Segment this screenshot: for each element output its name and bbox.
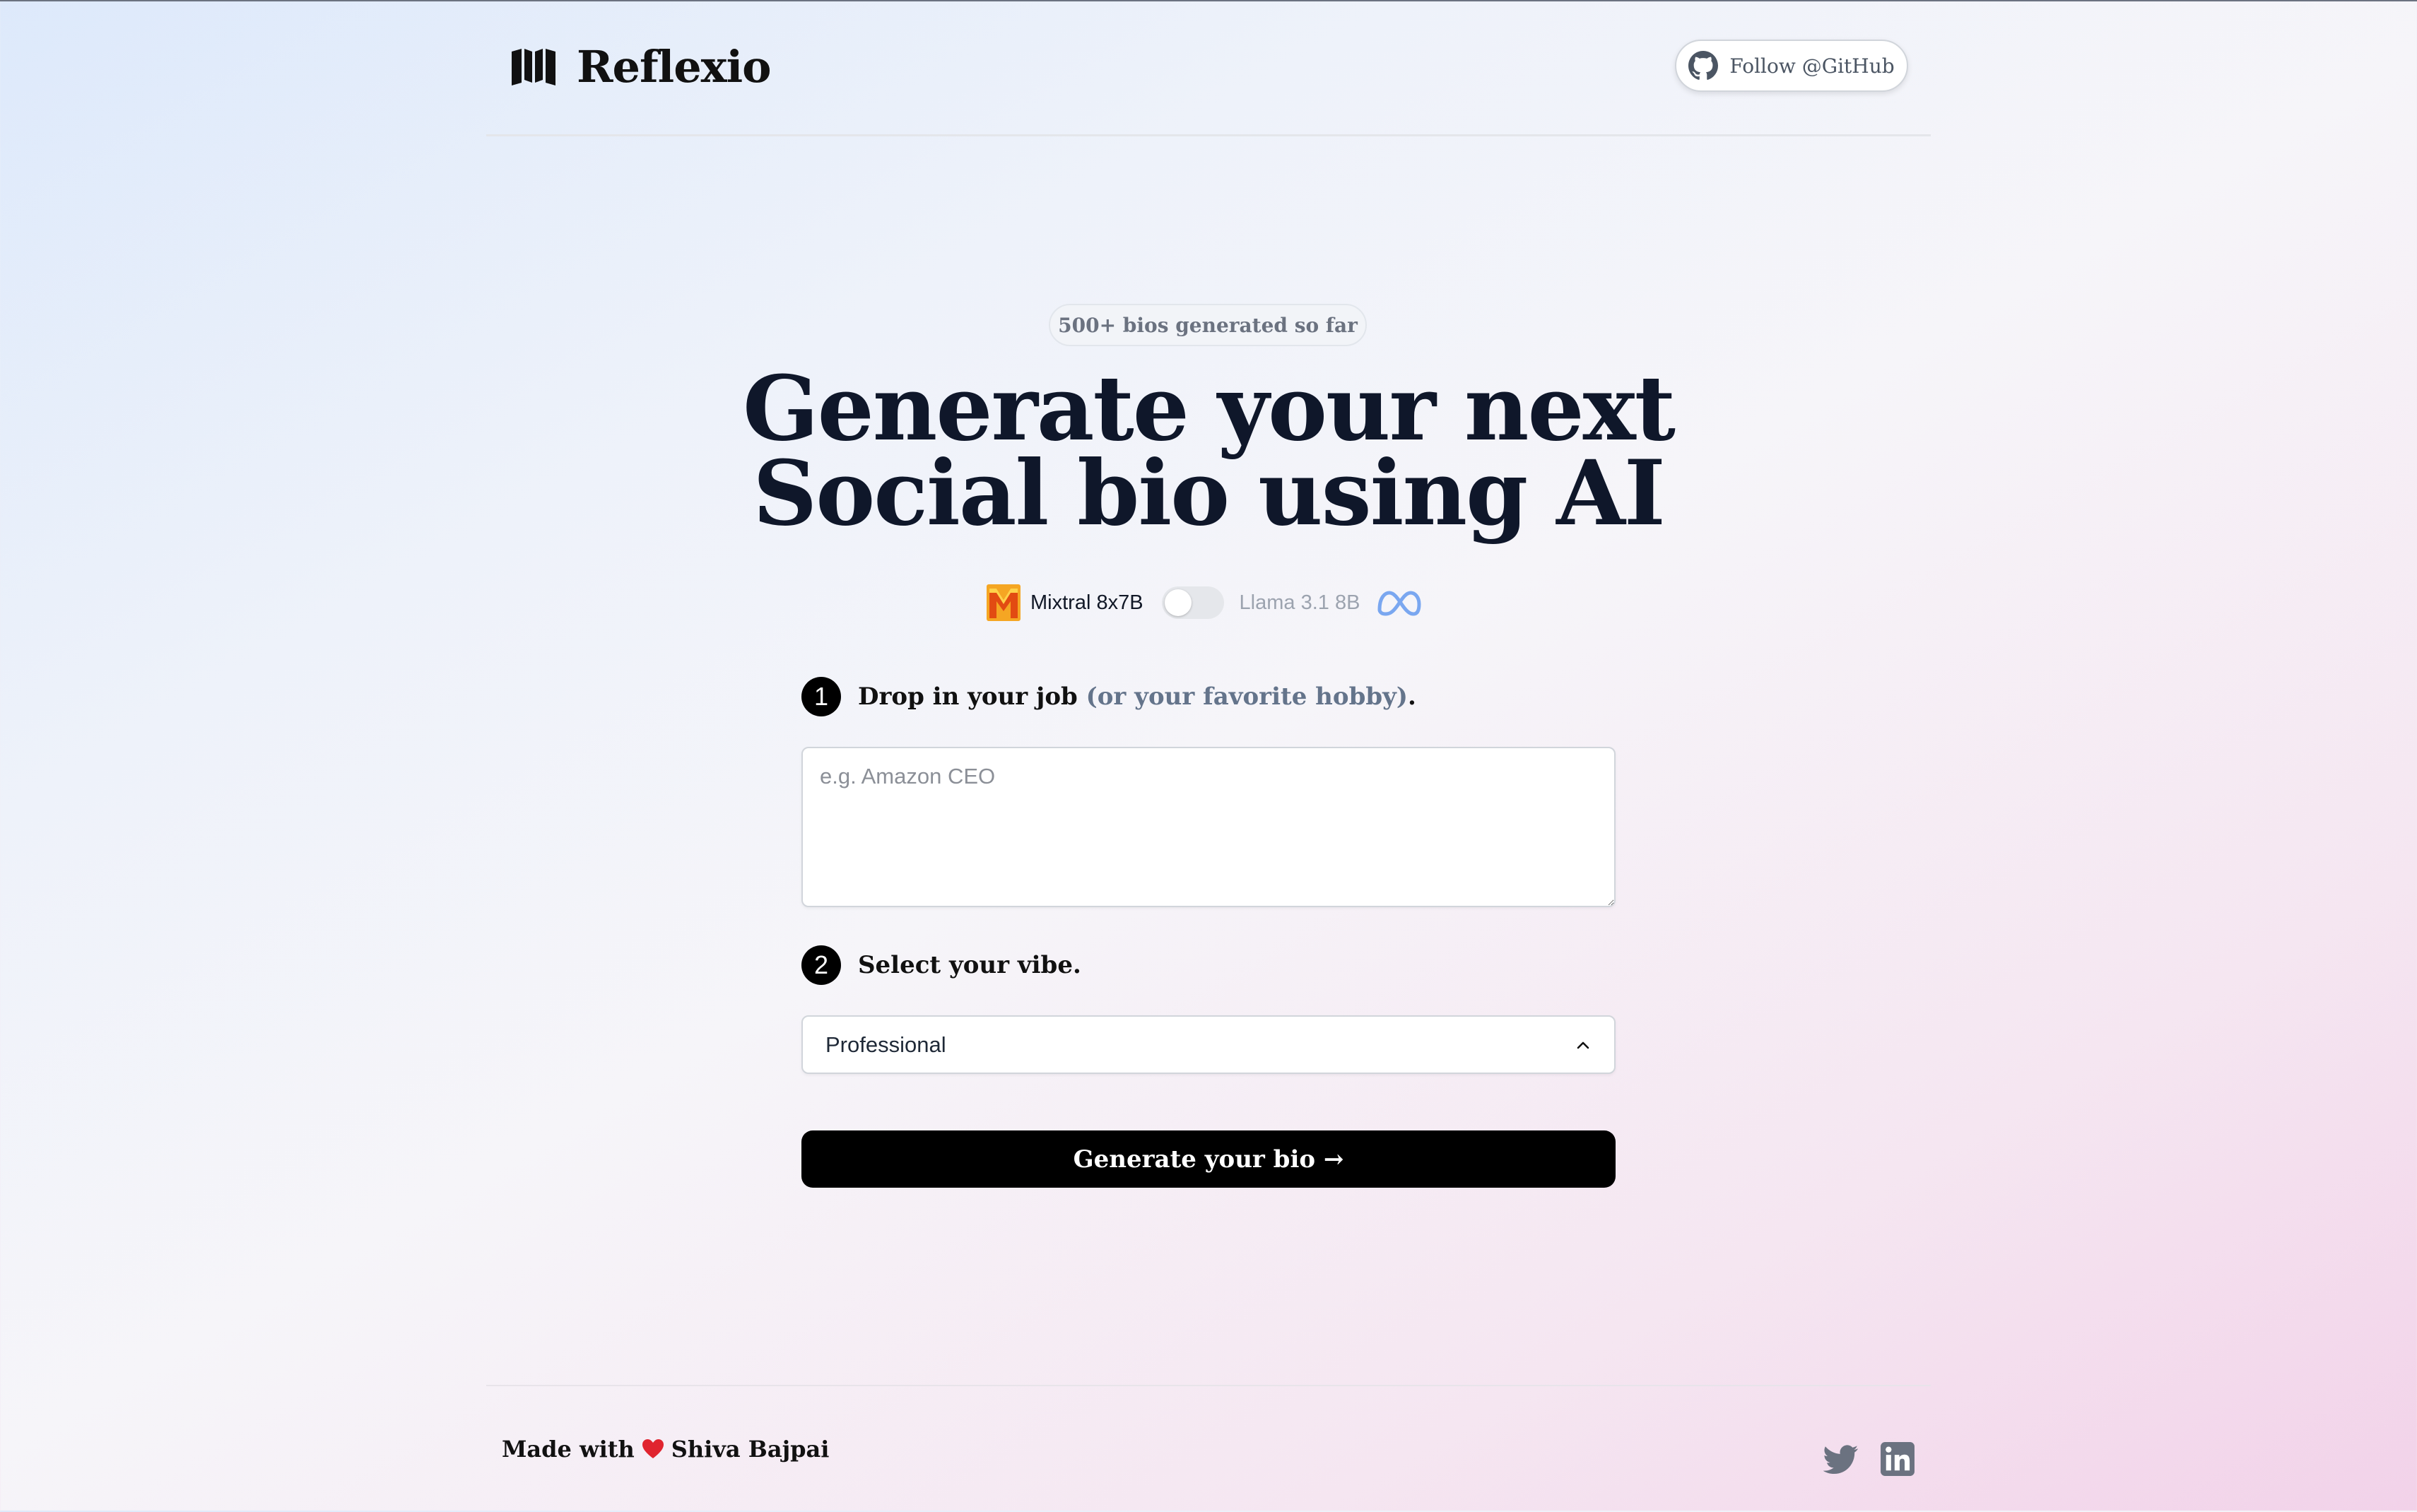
github-follow-button[interactable]: Follow @GitHub (1675, 40, 1908, 92)
brand-logo[interactable]: Reflexio (510, 41, 772, 93)
vibe-select[interactable]: Professional (801, 1015, 1616, 1074)
brand-name: Reflexio (577, 41, 772, 93)
site-header: Reflexio Follow @GitHub (486, 0, 1931, 136)
github-icon (1688, 51, 1719, 80)
step-1-label: Drop in your job (858, 683, 1078, 711)
step-1-heading: 1 Drop in your job (or your favorite hob… (801, 677, 1416, 716)
linkedin-icon[interactable] (1880, 1441, 1915, 1477)
model-toggle-knob (1164, 589, 1192, 616)
made-with-label: Made with (502, 1436, 635, 1463)
meta-icon (1377, 591, 1421, 616)
title-line-2: Social bio using AI (753, 441, 1666, 545)
footer-credit: Made with Shiva Bajpai (502, 1436, 829, 1463)
page-title: Generate your next Social bio using AI (678, 364, 1739, 538)
vibe-selected-value: Professional (825, 1032, 946, 1057)
social-links (1823, 1441, 1915, 1477)
step-2-number: 2 (801, 945, 841, 985)
job-input[interactable] (801, 747, 1616, 907)
generate-bio-button[interactable]: Generate your bio → (801, 1130, 1616, 1188)
step-2-heading: 2 Select your vibe. (801, 945, 1081, 985)
step-1-suffix: . (1407, 683, 1416, 711)
step-1-number: 1 (801, 677, 841, 716)
model-toggle[interactable] (1161, 586, 1224, 619)
step-1-hint: (or your favorite hobby) (1086, 683, 1408, 711)
model-option-llama[interactable]: Llama 3.1 8B (1240, 591, 1360, 615)
model-switch: Mixtral 8x7B Llama 3.1 8B (987, 579, 1432, 626)
chevron-up-icon (1577, 1041, 1589, 1049)
step-2-label: Select your vibe. (858, 951, 1081, 979)
heart-icon (642, 1439, 664, 1458)
bios-count-badge: 500+ bios generated so far (1049, 304, 1367, 346)
mistral-icon (987, 584, 1021, 621)
twitter-icon[interactable] (1823, 1441, 1859, 1477)
model-option-mixtral[interactable]: Mixtral 8x7B (1030, 591, 1143, 615)
github-follow-label: Follow @GitHub (1729, 54, 1895, 78)
author-link[interactable]: Shiva Bajpai (671, 1436, 830, 1463)
site-footer: Made with Shiva Bajpai (486, 1385, 1931, 1512)
book-open-icon (512, 48, 555, 85)
